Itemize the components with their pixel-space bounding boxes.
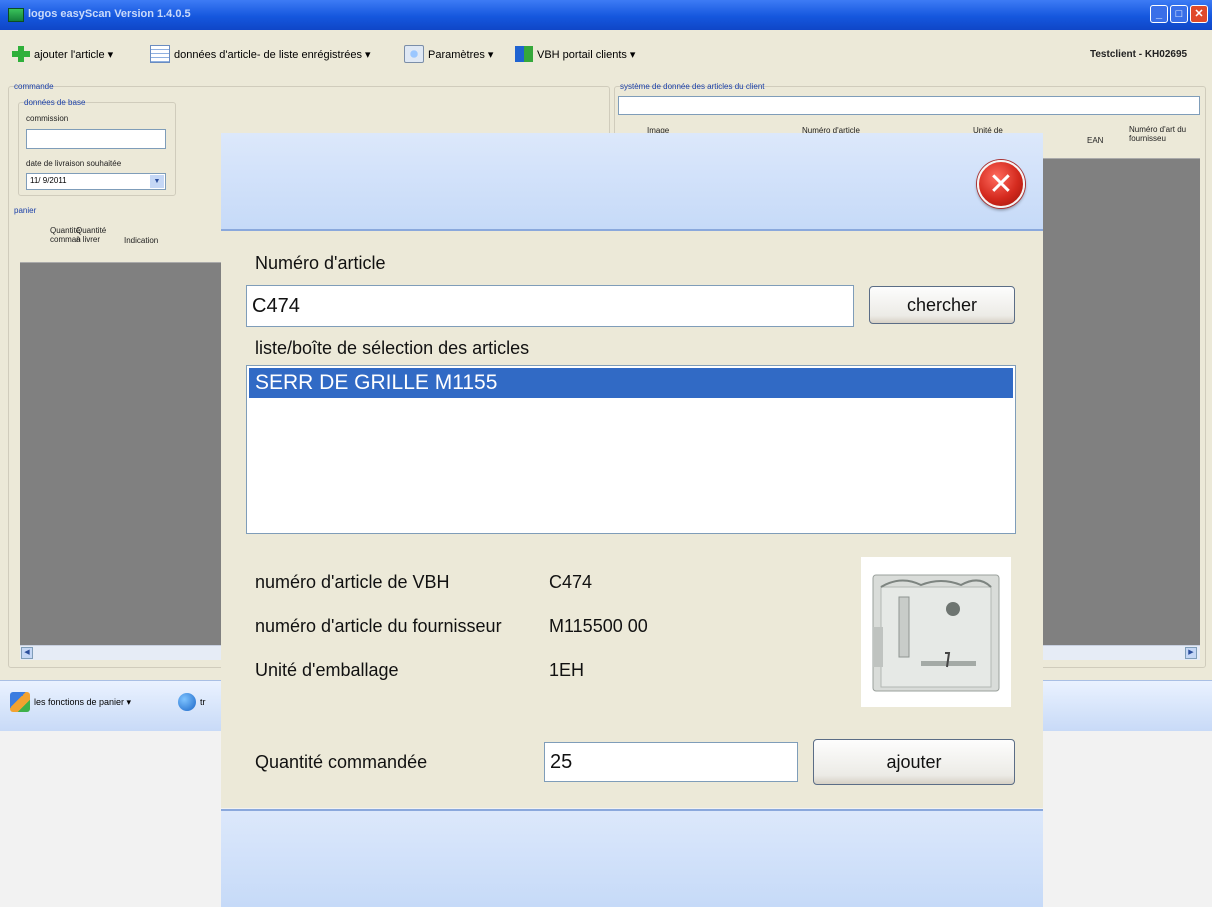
sys-col-supplier-no[interactable]: Numéro d'art du fournisseu <box>1129 125 1199 143</box>
plus-icon <box>12 46 30 62</box>
delivery-date-label: date de livraison souhaitée <box>26 159 122 168</box>
cart-functions-menu[interactable]: les fonctions de panier ▾ <box>10 692 132 712</box>
supplier-number-label: numéro d'article du fournisseur <box>255 616 502 636</box>
window-title: logos easyScan Version 1.4.0.5 <box>28 8 191 20</box>
chevron-down-icon[interactable]: ▼ <box>150 175 164 188</box>
portal-menu[interactable]: VBH portail clients ▾ <box>515 45 635 63</box>
close-window-button[interactable]: ✕ <box>1190 5 1208 23</box>
lock-part-image <box>872 574 1000 692</box>
scroll-left-icon[interactable]: ◀ <box>21 647 33 659</box>
cart-functions-label: les fonctions de panier ▾ <box>34 696 132 707</box>
client-label: Testclient - KH02695 <box>1090 49 1188 60</box>
packaging-unit-value: 1EH <box>549 660 585 680</box>
delivery-date-picker[interactable]: 11/ 9/2011 ▼ <box>26 173 166 190</box>
quantity-input[interactable] <box>544 742 798 782</box>
system-group-label: système de donnée des articles du client <box>620 82 765 91</box>
add-article-menu[interactable]: ajouter l'article ▾ <box>12 45 113 63</box>
article-number-input[interactable] <box>246 285 854 327</box>
parameters-menu[interactable]: Paramètres ▾ <box>404 45 493 63</box>
list-icon <box>150 45 170 63</box>
dialog-body: Numéro d'article chercher liste/boîte de… <box>221 231 1043 808</box>
title-bar: logos easyScan Version 1.4.0.5 _ □ ✕ <box>0 0 1212 30</box>
vbh-icon <box>515 46 533 62</box>
transfer-menu[interactable]: tr <box>178 693 206 711</box>
commission-label: commission <box>26 114 69 123</box>
minimize-button[interactable]: _ <box>1150 5 1168 23</box>
commission-input[interactable] <box>26 129 166 149</box>
article-number-label: Numéro d'article <box>255 253 386 273</box>
cart-grid-header: Quantité comman Quantité à livrer Indica… <box>20 218 225 263</box>
dialog-footer <box>221 809 1043 907</box>
quantity-label: Quantité commandée <box>255 752 428 772</box>
portal-label: VBH portail clients ▾ <box>537 48 636 61</box>
cart-grid[interactable]: Quantité comman Quantité à livrer Indica… <box>20 218 225 645</box>
add-article-dialog: ✕ Numéro d'article chercher liste/boîte … <box>221 133 1043 907</box>
cart-col-qty-deliver[interactable]: Quantité à livrer <box>76 226 106 244</box>
add-article-label: ajouter l'article ▾ <box>34 48 114 61</box>
cart-col-indication[interactable]: Indication <box>124 236 158 245</box>
list-item[interactable]: SERR DE GRILLE M1155 <box>249 368 1013 398</box>
dialog-header: ✕ <box>221 133 1043 231</box>
app-icon <box>8 8 24 22</box>
close-icon[interactable]: ✕ <box>977 160 1025 208</box>
article-listbox[interactable]: SERR DE GRILLE M1155 <box>246 365 1016 534</box>
delivery-date-value: 11/ 9/2011 <box>30 176 67 185</box>
article-list-label: liste/boîte de sélection des articles <box>255 338 530 358</box>
sys-col-ean[interactable]: EAN <box>1087 136 1103 145</box>
cart-scrollbar[interactable]: ◀ <box>20 645 225 660</box>
article-data-menu[interactable]: données d'article- de liste enrégistrées… <box>150 45 371 63</box>
supplier-number-value: M115500 00 <box>549 616 648 636</box>
settings-icon <box>404 45 424 63</box>
add-button[interactable]: ajouter <box>813 739 1015 785</box>
base-data-label: données de base <box>24 98 86 107</box>
system-search-input[interactable] <box>618 96 1200 115</box>
cart-col-qty-ordered[interactable]: Quantité comman <box>50 226 81 244</box>
scroll-right-icon[interactable]: ▶ <box>1185 647 1197 659</box>
parameters-label: Paramètres ▾ <box>428 48 494 61</box>
toolbar: ajouter l'article ▾ données d'article- d… <box>0 32 1212 76</box>
article-image <box>861 557 1011 707</box>
globe-icon <box>178 693 196 711</box>
vbh-number-label: numéro d'article de VBH <box>255 572 450 592</box>
cart-functions-icon <box>10 692 30 712</box>
maximize-button[interactable]: □ <box>1170 5 1188 23</box>
transfer-label: tr <box>200 697 206 707</box>
vbh-number-value: C474 <box>549 572 593 592</box>
article-data-label: données d'article- de liste enrégistrées… <box>174 48 371 61</box>
cart-group-label: panier <box>14 206 37 215</box>
packaging-unit-label: Unité d'emballage <box>255 660 399 680</box>
order-group-label: commande <box>14 82 54 91</box>
search-button[interactable]: chercher <box>869 286 1015 324</box>
